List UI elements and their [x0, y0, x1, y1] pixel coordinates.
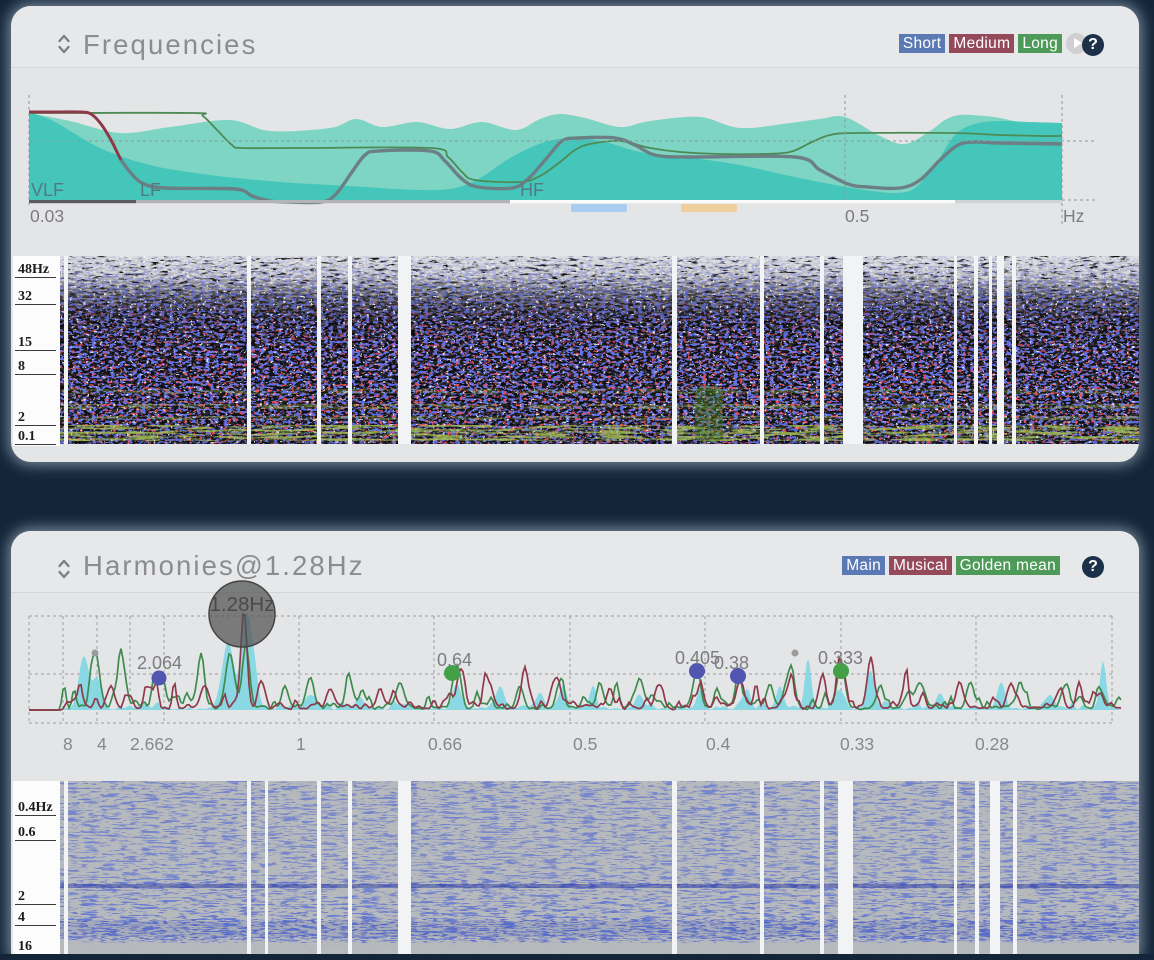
- svg-text:0.38: 0.38: [714, 653, 749, 673]
- svg-text:4: 4: [97, 734, 107, 754]
- svg-text:0.66: 0.66: [428, 734, 462, 754]
- svg-text:LF: LF: [140, 180, 161, 200]
- svg-text:HF: HF: [520, 180, 544, 200]
- svg-text:Hz: Hz: [1063, 206, 1084, 226]
- svg-text:0.5: 0.5: [845, 206, 869, 226]
- svg-text:8: 8: [63, 734, 73, 754]
- svg-text:2.064: 2.064: [137, 653, 182, 673]
- svg-text:0.03: 0.03: [30, 206, 64, 226]
- svg-text:0.33: 0.33: [840, 734, 874, 754]
- svg-text:VLF: VLF: [31, 180, 64, 200]
- svg-text:0.4: 0.4: [706, 734, 731, 754]
- svg-text:0.5: 0.5: [573, 734, 597, 754]
- svg-text:0.28: 0.28: [975, 734, 1009, 754]
- svg-text:0.64: 0.64: [437, 650, 472, 670]
- svg-text:2.662: 2.662: [130, 734, 174, 754]
- svg-text:1.28Hz: 1.28Hz: [210, 593, 275, 616]
- svg-text:1: 1: [296, 734, 306, 754]
- svg-text:0.333: 0.333: [818, 648, 863, 668]
